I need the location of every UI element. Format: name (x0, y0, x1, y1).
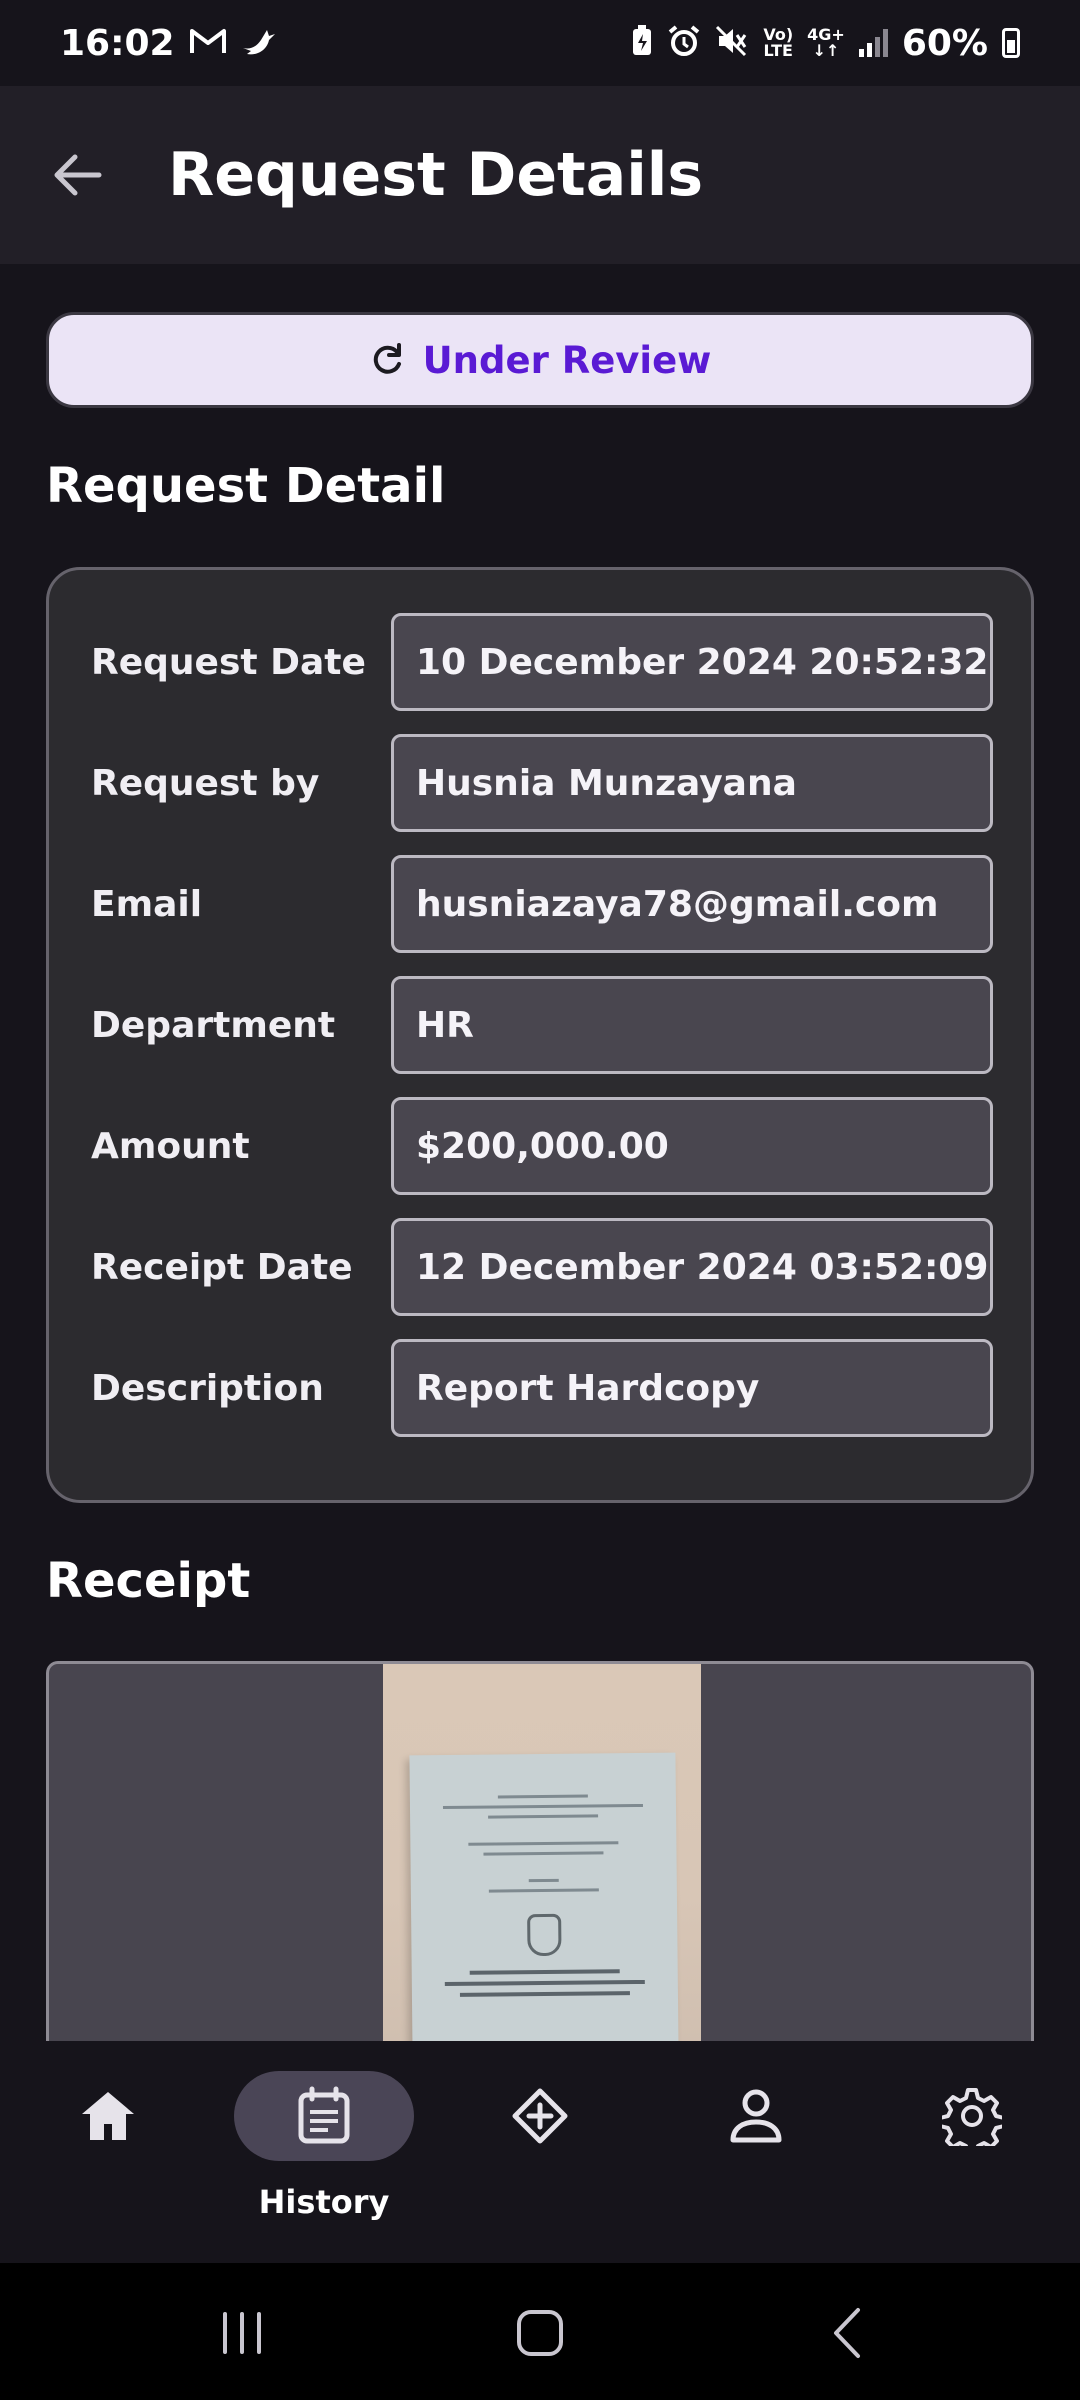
nav-item-create[interactable] (450, 2071, 630, 2221)
recents-button[interactable] (192, 2293, 292, 2373)
detail-row-request-date: Request Date 10 December 2024 20:52:32 (91, 613, 995, 711)
gmail-icon (189, 26, 227, 60)
data-indicator: 4G+ ↓↑ (807, 25, 845, 60)
request-detail-card: Request Date 10 December 2024 20:52:32 R… (46, 567, 1034, 1503)
detail-label: Department (91, 1004, 336, 1046)
section-title-request-detail: Request Detail (46, 458, 446, 514)
battery-percent: 60% (901, 22, 988, 64)
chevron-left-icon (834, 2308, 860, 2358)
nav-label-history: History (258, 2183, 390, 2221)
receipt-photo (383, 1664, 701, 2041)
request-date-field[interactable]: 10 December 2024 20:52:32 (391, 613, 993, 711)
back-system-button[interactable] (798, 2293, 898, 2373)
nav-item-profile[interactable] (666, 2071, 846, 2221)
volte-indicator: Vo) LTE (763, 25, 794, 60)
home-square-icon (517, 2310, 563, 2356)
battery-icon (1002, 28, 1020, 58)
detail-label: Description (91, 1367, 324, 1409)
calendar-history-icon (298, 2086, 350, 2144)
status-bar: 16:02 Vo) LTE 4G+ ↓↑ 60% (0, 0, 1080, 86)
recents-icon (223, 2312, 261, 2354)
crest-image (527, 1913, 562, 1957)
status-pill-label: Under Review (422, 338, 712, 382)
detail-label: Amount (91, 1125, 250, 1167)
app-screen: 16:02 Vo) LTE 4G+ ↓↑ 60% Request Details… (0, 0, 1080, 2400)
system-nav-bar (0, 2263, 1080, 2400)
refresh-icon (373, 343, 401, 374)
detail-label: Request by (91, 762, 320, 804)
mute-icon (715, 25, 749, 61)
nav-item-home[interactable] (18, 2071, 198, 2221)
bottom-nav: History (0, 2041, 1080, 2263)
status-time: 16:02 (60, 22, 175, 64)
detail-row-request-by: Request by Husnia Munzayana (91, 734, 995, 832)
status-pill[interactable]: Under Review (46, 312, 1034, 408)
detail-row-department: Department HR (91, 976, 995, 1074)
receipt-document-image (409, 1752, 679, 2041)
description-field[interactable]: Report Hardcopy (391, 1339, 993, 1437)
diamond-plus-icon (512, 2088, 568, 2144)
detail-label: Receipt Date (91, 1246, 353, 1288)
arrow-left-icon (54, 154, 102, 196)
amount-field[interactable]: $200,000.00 (391, 1097, 993, 1195)
request-by-field[interactable]: Husnia Munzayana (391, 734, 993, 832)
email-field[interactable]: husniazaya78@gmail.com (391, 855, 993, 953)
receipt-image-card[interactable] (46, 1661, 1034, 2041)
detail-row-email: Email husniazaya78@gmail.com (91, 855, 995, 953)
section-title-receipt: Receipt (46, 1553, 251, 1609)
alarm-icon (667, 24, 701, 62)
detail-label: Request Date (91, 641, 366, 683)
detail-row-receipt-date: Receipt Date 12 December 2024 03:52:09 (91, 1218, 995, 1316)
page-title: Request Details (168, 140, 704, 210)
status-right: Vo) LTE 4G+ ↓↑ 60% (631, 23, 1020, 64)
person-icon (730, 2089, 782, 2143)
department-field[interactable]: HR (391, 976, 993, 1074)
detail-row-amount: Amount $200,000.00 (91, 1097, 995, 1195)
gear-icon (942, 2088, 1002, 2146)
receipt-date-field[interactable]: 12 December 2024 03:52:09 (391, 1218, 993, 1316)
app-bar: Request Details (0, 86, 1080, 264)
battery-saver-icon (631, 25, 653, 61)
detail-label: Email (91, 883, 203, 925)
back-button[interactable] (22, 120, 132, 230)
status-left: 16:02 (60, 23, 277, 64)
nav-item-history[interactable]: History (234, 2071, 414, 2221)
nav-item-settings[interactable] (882, 2071, 1062, 2221)
bird-icon (241, 26, 277, 60)
detail-row-description: Description Report Hardcopy (91, 1339, 995, 1437)
home-system-button[interactable] (490, 2293, 590, 2373)
signal-icon (858, 29, 888, 57)
home-icon (82, 2092, 134, 2140)
